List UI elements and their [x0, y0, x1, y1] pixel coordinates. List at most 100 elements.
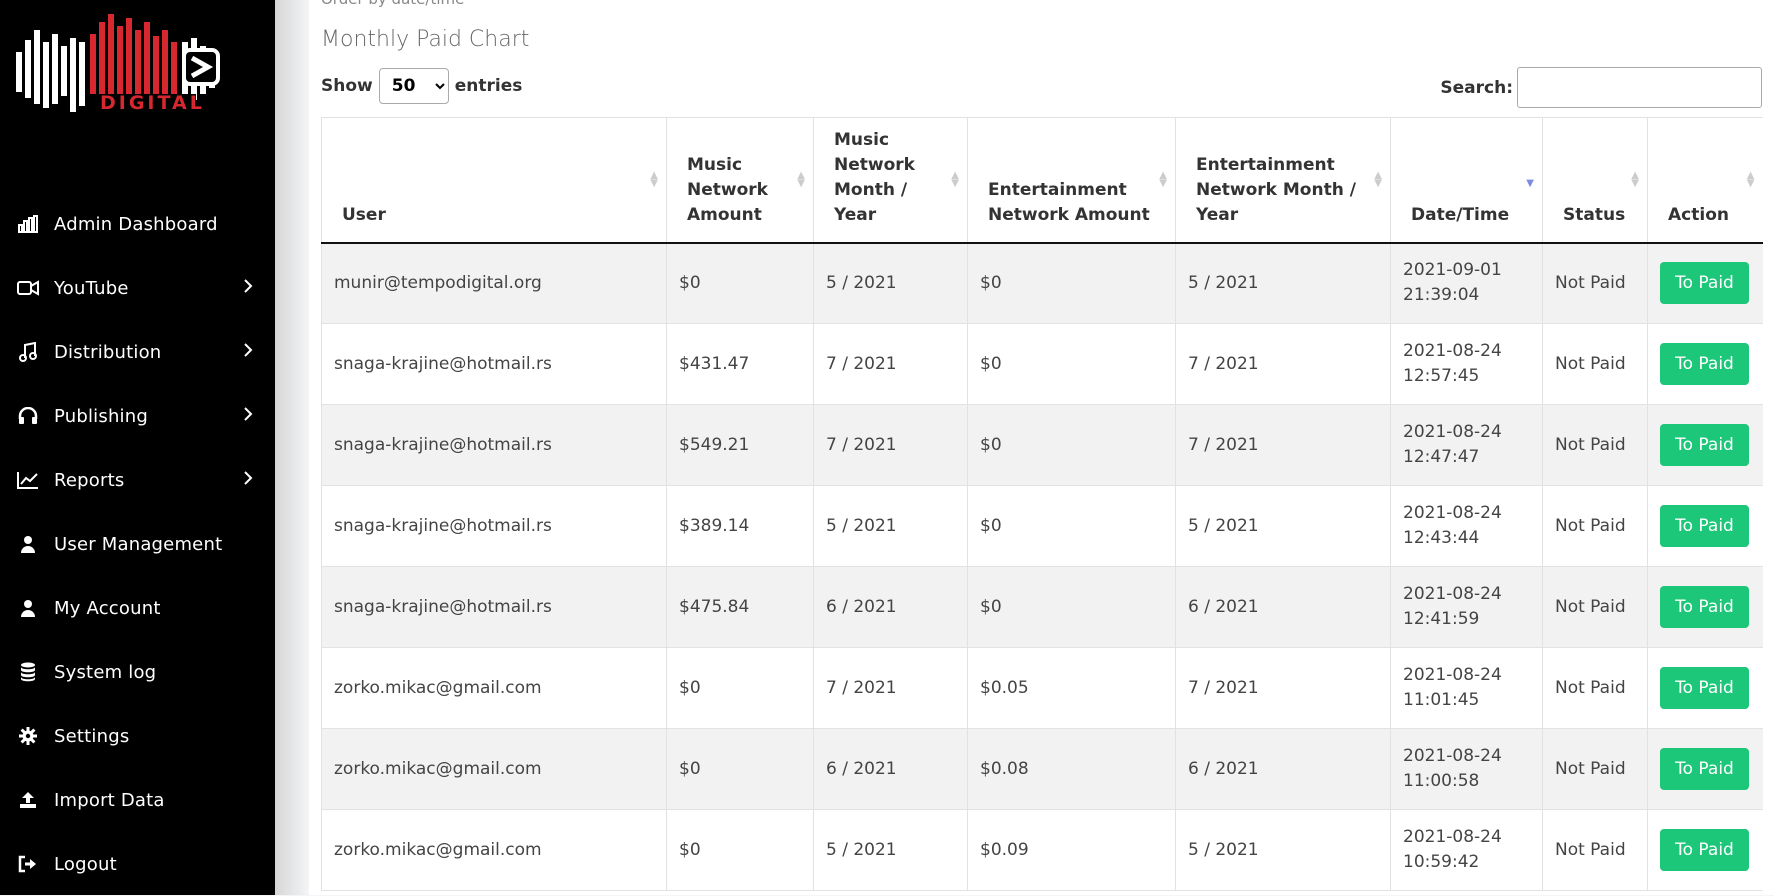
column-header-label: Action [1668, 204, 1729, 225]
cell-ent-amount: $0.08 [967, 728, 1176, 810]
gear-icon [14, 727, 42, 745]
paid-chart-table: User ▲ ▼ Music Network Amount ▲ ▼ Music Netw… [321, 117, 1763, 891]
chevron-right-icon [243, 342, 253, 363]
cell-ent-month: 7 / 2021 [1175, 647, 1391, 729]
sidebar-item-label: YouTube [54, 277, 129, 299]
cell-user: snaga-krajine@hotmail.rs [321, 485, 667, 567]
tempo-digital-logo[interactable]: DIGITAL [14, 12, 234, 122]
to-paid-button[interactable]: To Paid [1660, 262, 1749, 305]
sort-icon: ▲ ▼ [1374, 170, 1382, 189]
cell-music-amount: $0 [666, 809, 814, 891]
line-chart-icon [14, 471, 42, 489]
sidebar-item-youtube[interactable]: YouTube [0, 256, 275, 320]
cell-date: 2021-08-24 [1403, 422, 1502, 442]
to-paid-button[interactable]: To Paid [1660, 343, 1749, 385]
column-header-date-time[interactable]: Date/Time ▼ [1390, 117, 1543, 244]
cell-date-time: 2021-08-24 10:59:42 [1390, 809, 1543, 891]
sidebar-item-label: Settings [54, 725, 130, 747]
sidebar-item-distribution[interactable]: Distribution [0, 320, 275, 384]
sidebar-item-publishing[interactable]: Publishing [0, 384, 275, 448]
cell-action: To Paid [1647, 809, 1763, 891]
cell-date-time: 2021-08-24 12:41:59 [1390, 566, 1543, 648]
cell-date: 2021-08-24 [1403, 341, 1502, 361]
sidebar-item-label: My Account [54, 597, 161, 619]
search-control: Search: [1440, 67, 1762, 108]
sort-icon: ▲ ▼ [1159, 170, 1167, 189]
upload-icon [14, 791, 42, 809]
cell-user: zorko.mikac@gmail.com [321, 809, 667, 891]
to-paid-button[interactable]: To Paid [1660, 748, 1749, 790]
cell-ent-month: 5 / 2021 [1175, 242, 1391, 324]
table-row: snaga-krajine@hotmail.rs $549.21 7 / 2021 $… [321, 404, 1763, 486]
headphones-icon [14, 407, 42, 425]
show-label: Show [321, 76, 373, 96]
to-paid-button[interactable]: To Paid [1660, 586, 1749, 628]
cell-ent-month: 5 / 2021 [1175, 485, 1391, 567]
table-row: zorko.mikac@gmail.com $0 5 / 2021 $0.09 5 / … [321, 809, 1763, 891]
chevron-right-icon [243, 278, 253, 299]
chevron-right-icon [243, 470, 253, 491]
column-header-label: Date/Time [1411, 204, 1510, 225]
column-header-music-amount[interactable]: Music Network Amount ▲ ▼ [666, 117, 814, 244]
table-header-row: User ▲ ▼ Music Network Amount ▲ ▼ Music Netw… [321, 117, 1763, 244]
search-label: Search: [1440, 77, 1513, 98]
table-row: snaga-krajine@hotmail.rs $389.14 5 / 2021 $… [321, 485, 1763, 567]
cell-music-amount: $431.47 [666, 323, 814, 405]
sidebar-item-logout[interactable]: Logout [0, 832, 275, 896]
table-row: snaga-krajine@hotmail.rs $431.47 7 / 2021 $… [321, 323, 1763, 405]
cell-action: To Paid [1647, 485, 1763, 567]
sidebar-item-label: Distribution [54, 341, 162, 363]
column-header-ent-month[interactable]: Entertainment Network Month / Year ▲ ▼ [1175, 117, 1391, 244]
sidebar-item-label: Publishing [54, 405, 148, 427]
cell-time: 21:39:04 [1403, 285, 1480, 306]
sidebar-item-admin-dashboard[interactable]: Admin Dashboard [0, 192, 275, 256]
cell-action: To Paid [1647, 242, 1763, 324]
cell-time: 10:59:42 [1403, 852, 1480, 872]
sort-icon: ▲ ▼ [650, 170, 658, 189]
cell-music-month: 7 / 2021 [813, 404, 968, 486]
cell-date: 2021-09-01 [1403, 260, 1502, 281]
to-paid-button[interactable]: To Paid [1660, 505, 1749, 547]
table-row: munir@tempodigital.org $0 5 / 2021 $0 5 / 20… [321, 242, 1763, 324]
to-paid-button[interactable]: To Paid [1660, 829, 1749, 871]
search-input[interactable] [1517, 67, 1762, 108]
column-header-label: Entertainment Network Month / Year [1196, 154, 1356, 225]
order-by-text: Order by date/time [321, 0, 464, 8]
sidebar-item-import-data[interactable]: Import Data [0, 768, 275, 832]
cell-time: 12:57:45 [1403, 366, 1480, 386]
column-header-user[interactable]: User ▲ ▼ [321, 117, 667, 244]
cell-ent-amount: $0 [967, 566, 1176, 648]
cell-date-time: 2021-08-24 12:47:47 [1390, 404, 1543, 486]
cell-action: To Paid [1647, 404, 1763, 486]
cell-music-month: 5 / 2021 [813, 242, 968, 324]
cell-music-month: 5 / 2021 [813, 809, 968, 891]
column-header-ent-amount[interactable]: Entertainment Network Amount ▲ ▼ [967, 117, 1176, 244]
database-icon [14, 662, 42, 682]
cell-ent-amount: $0 [967, 485, 1176, 567]
user-icon [14, 599, 42, 617]
table-row: zorko.mikac@gmail.com $0 7 / 2021 $0.05 7 / … [321, 647, 1763, 729]
column-header-action[interactable]: Action ▲ ▼ [1647, 117, 1763, 244]
sidebar-item-system-log[interactable]: System log [0, 640, 275, 704]
cell-status: Not Paid [1542, 809, 1648, 891]
cell-date: 2021-08-24 [1403, 665, 1502, 685]
cell-music-month: 6 / 2021 [813, 728, 968, 810]
cell-music-amount: $0 [666, 242, 814, 324]
cell-status: Not Paid [1542, 647, 1648, 729]
sort-icon: ▲ ▼ [797, 170, 805, 189]
to-paid-button[interactable]: To Paid [1660, 667, 1749, 709]
sidebar-item-settings[interactable]: Settings [0, 704, 275, 768]
column-header-music-month[interactable]: Music Network Month / Year ▲ ▼ [813, 117, 968, 244]
cell-music-month: 6 / 2021 [813, 566, 968, 648]
sidebar-item-user-management[interactable]: User Management [0, 512, 275, 576]
cell-date-time: 2021-08-24 12:57:45 [1390, 323, 1543, 405]
sidebar-item-my-account[interactable]: My Account [0, 576, 275, 640]
cell-date-time: 2021-08-24 11:00:58 [1390, 728, 1543, 810]
sidebar-item-reports[interactable]: Reports [0, 448, 275, 512]
cell-time: 12:43:44 [1403, 528, 1480, 548]
to-paid-button[interactable]: To Paid [1660, 424, 1749, 466]
sort-desc-icon: ▼ [1526, 178, 1534, 189]
page-size-select[interactable]: 50 [378, 68, 449, 104]
column-header-status[interactable]: Status ▲ ▼ [1542, 117, 1648, 244]
cell-user: snaga-krajine@hotmail.rs [321, 566, 667, 648]
